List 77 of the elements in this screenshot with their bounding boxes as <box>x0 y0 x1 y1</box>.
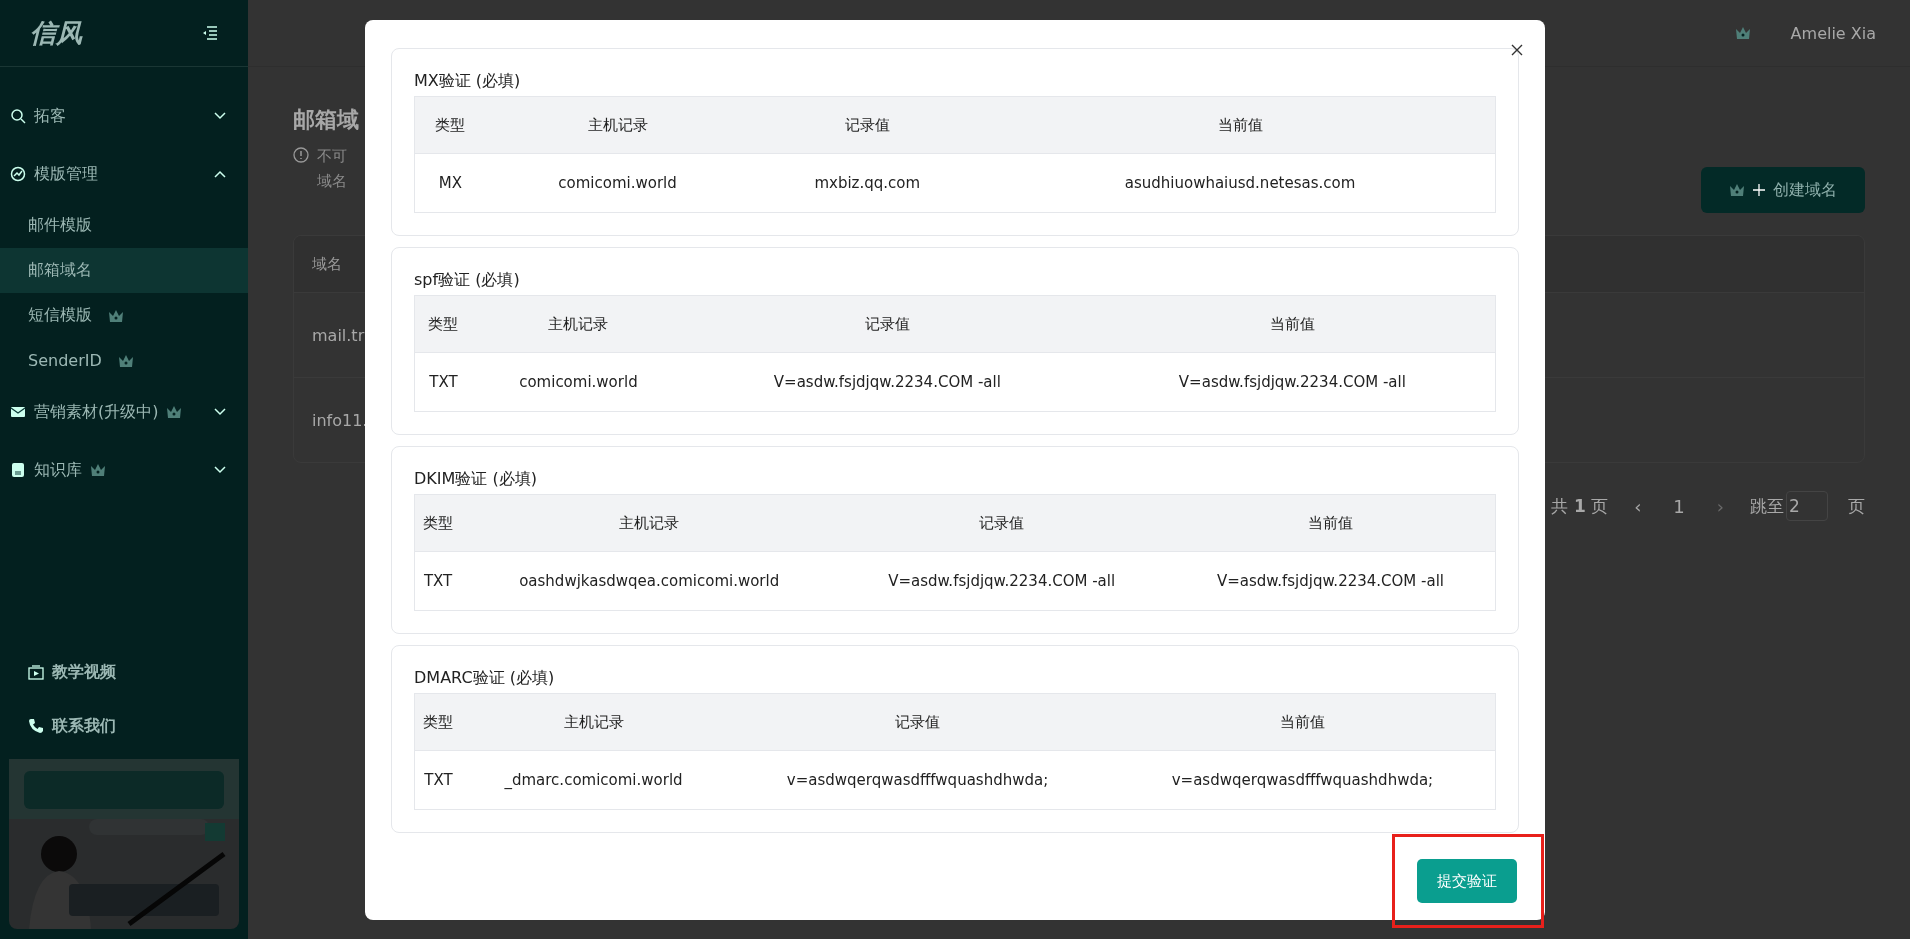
page-number[interactable]: 1 <box>1667 494 1691 518</box>
table-cell: mxbiz.qq.com <box>749 153 986 213</box>
table-cell: TXT <box>414 352 472 412</box>
section-title: MX验证 (必填) <box>414 71 522 92</box>
column-header: 当前值 <box>1089 295 1496 353</box>
table-cell: V=asdw.fsjdjqw.2234.COM -all <box>684 352 1090 412</box>
page-total: 共 1 页 <box>1551 494 1609 518</box>
column-header: 主机记录 <box>461 494 838 552</box>
menu-item[interactable]: 营销素材(升级中) <box>0 383 248 441</box>
submenu-item[interactable]: 短信模版 <box>0 293 248 338</box>
column-header: 主机记录 <box>461 693 726 751</box>
column-header: 类型 <box>414 96 486 154</box>
column-header: 类型 <box>414 494 462 552</box>
table-cell: asudhiuowhaiusd.netesas.com <box>985 153 1496 213</box>
column-header: 记录值 <box>725 693 1110 751</box>
submenu-item[interactable]: 邮件模版 <box>0 203 248 248</box>
table-cell: MX <box>414 153 486 213</box>
chevron-down-icon <box>214 408 226 416</box>
book-icon <box>10 462 26 478</box>
table-cell: _dmarc.comicomi.world <box>461 750 726 810</box>
submenu-item[interactable]: SenderID <box>0 338 248 383</box>
column-header: 类型 <box>414 295 472 353</box>
table-cell: V=asdw.fsjdjqw.2234.COM -all <box>1089 352 1496 412</box>
crown-icon <box>1734 26 1751 40</box>
table-cell: mail.tr <box>312 325 365 345</box>
logo: 信风 <box>30 16 84 50</box>
chart-icon <box>10 166 26 182</box>
phone-icon <box>28 718 44 734</box>
page-jump-field[interactable]: 2 <box>1786 491 1828 521</box>
table-cell: V=asdw.fsjdjqw.2234.COM -all <box>1166 551 1496 611</box>
column-header: 记录值 <box>749 96 986 154</box>
notice-text: 不可 <box>317 147 347 166</box>
plus-icon <box>1753 184 1765 196</box>
user-name[interactable]: Amelie Xia <box>1790 23 1876 43</box>
table-cell: comicomi.world <box>485 153 750 213</box>
table-cell: oashdwjkasdwqea.comicomi.world <box>461 551 838 611</box>
table-cell: TXT <box>414 551 462 611</box>
column-header: 当前值 <box>985 96 1496 154</box>
column-header: 记录值 <box>837 494 1166 552</box>
sidebar-link[interactable]: 教学视频 <box>0 645 248 699</box>
video-icon <box>28 664 44 680</box>
section-title: spf验证 (必填) <box>414 270 521 291</box>
column-header: 当前值 <box>1166 494 1496 552</box>
table-cell: TXT <box>414 750 462 810</box>
previous-page-button[interactable]: ‹ <box>1628 494 1648 518</box>
create-domain-button[interactable]: 创建域名 <box>1701 167 1865 213</box>
table-cell: v=asdwqerqwasdfffwquashdhwda; <box>1109 750 1496 810</box>
column-header: 域名 <box>312 254 342 274</box>
column-header: 主机记录 <box>471 295 685 353</box>
sidebar-link[interactable]: 联系我们 <box>0 699 248 753</box>
menu-item[interactable]: 拓客 <box>0 87 248 145</box>
submenu-item[interactable]: 邮箱域名 <box>0 248 248 293</box>
column-header: 记录值 <box>684 295 1090 353</box>
table-cell: V=asdw.fsjdjqw.2234.COM -all <box>837 551 1166 611</box>
column-header: 当前值 <box>1109 693 1496 751</box>
page-suffix: 页 <box>1848 494 1865 518</box>
section-title: DMARC验证 (必填) <box>414 668 556 689</box>
menu-item[interactable]: 知识库 <box>0 441 248 499</box>
info-icon <box>293 147 309 163</box>
chevron-down-icon <box>214 112 226 120</box>
chevron-down-icon <box>214 466 226 474</box>
collapse-icon[interactable] <box>202 26 218 40</box>
close-icon <box>1511 44 1523 56</box>
column-header: 主机记录 <box>485 96 750 154</box>
mail-icon <box>10 404 26 420</box>
menu-item[interactable]: 模版管理 <box>0 145 248 203</box>
crown-icon <box>1729 183 1745 197</box>
table-cell: info11. <box>312 410 368 430</box>
notice-text: 域名 <box>317 172 347 191</box>
page-title: 邮箱域 <box>293 106 359 134</box>
section-title: DKIM验证 (必填) <box>414 469 538 490</box>
column-header: 类型 <box>414 693 462 751</box>
search-icon <box>10 108 26 124</box>
table-cell: comicomi.world <box>471 352 685 412</box>
chevron-up-icon <box>214 170 226 178</box>
table-cell: v=asdwqerqwasdfffwquashdhwda; <box>725 750 1110 810</box>
jump-label: 跳至 <box>1750 494 1784 518</box>
